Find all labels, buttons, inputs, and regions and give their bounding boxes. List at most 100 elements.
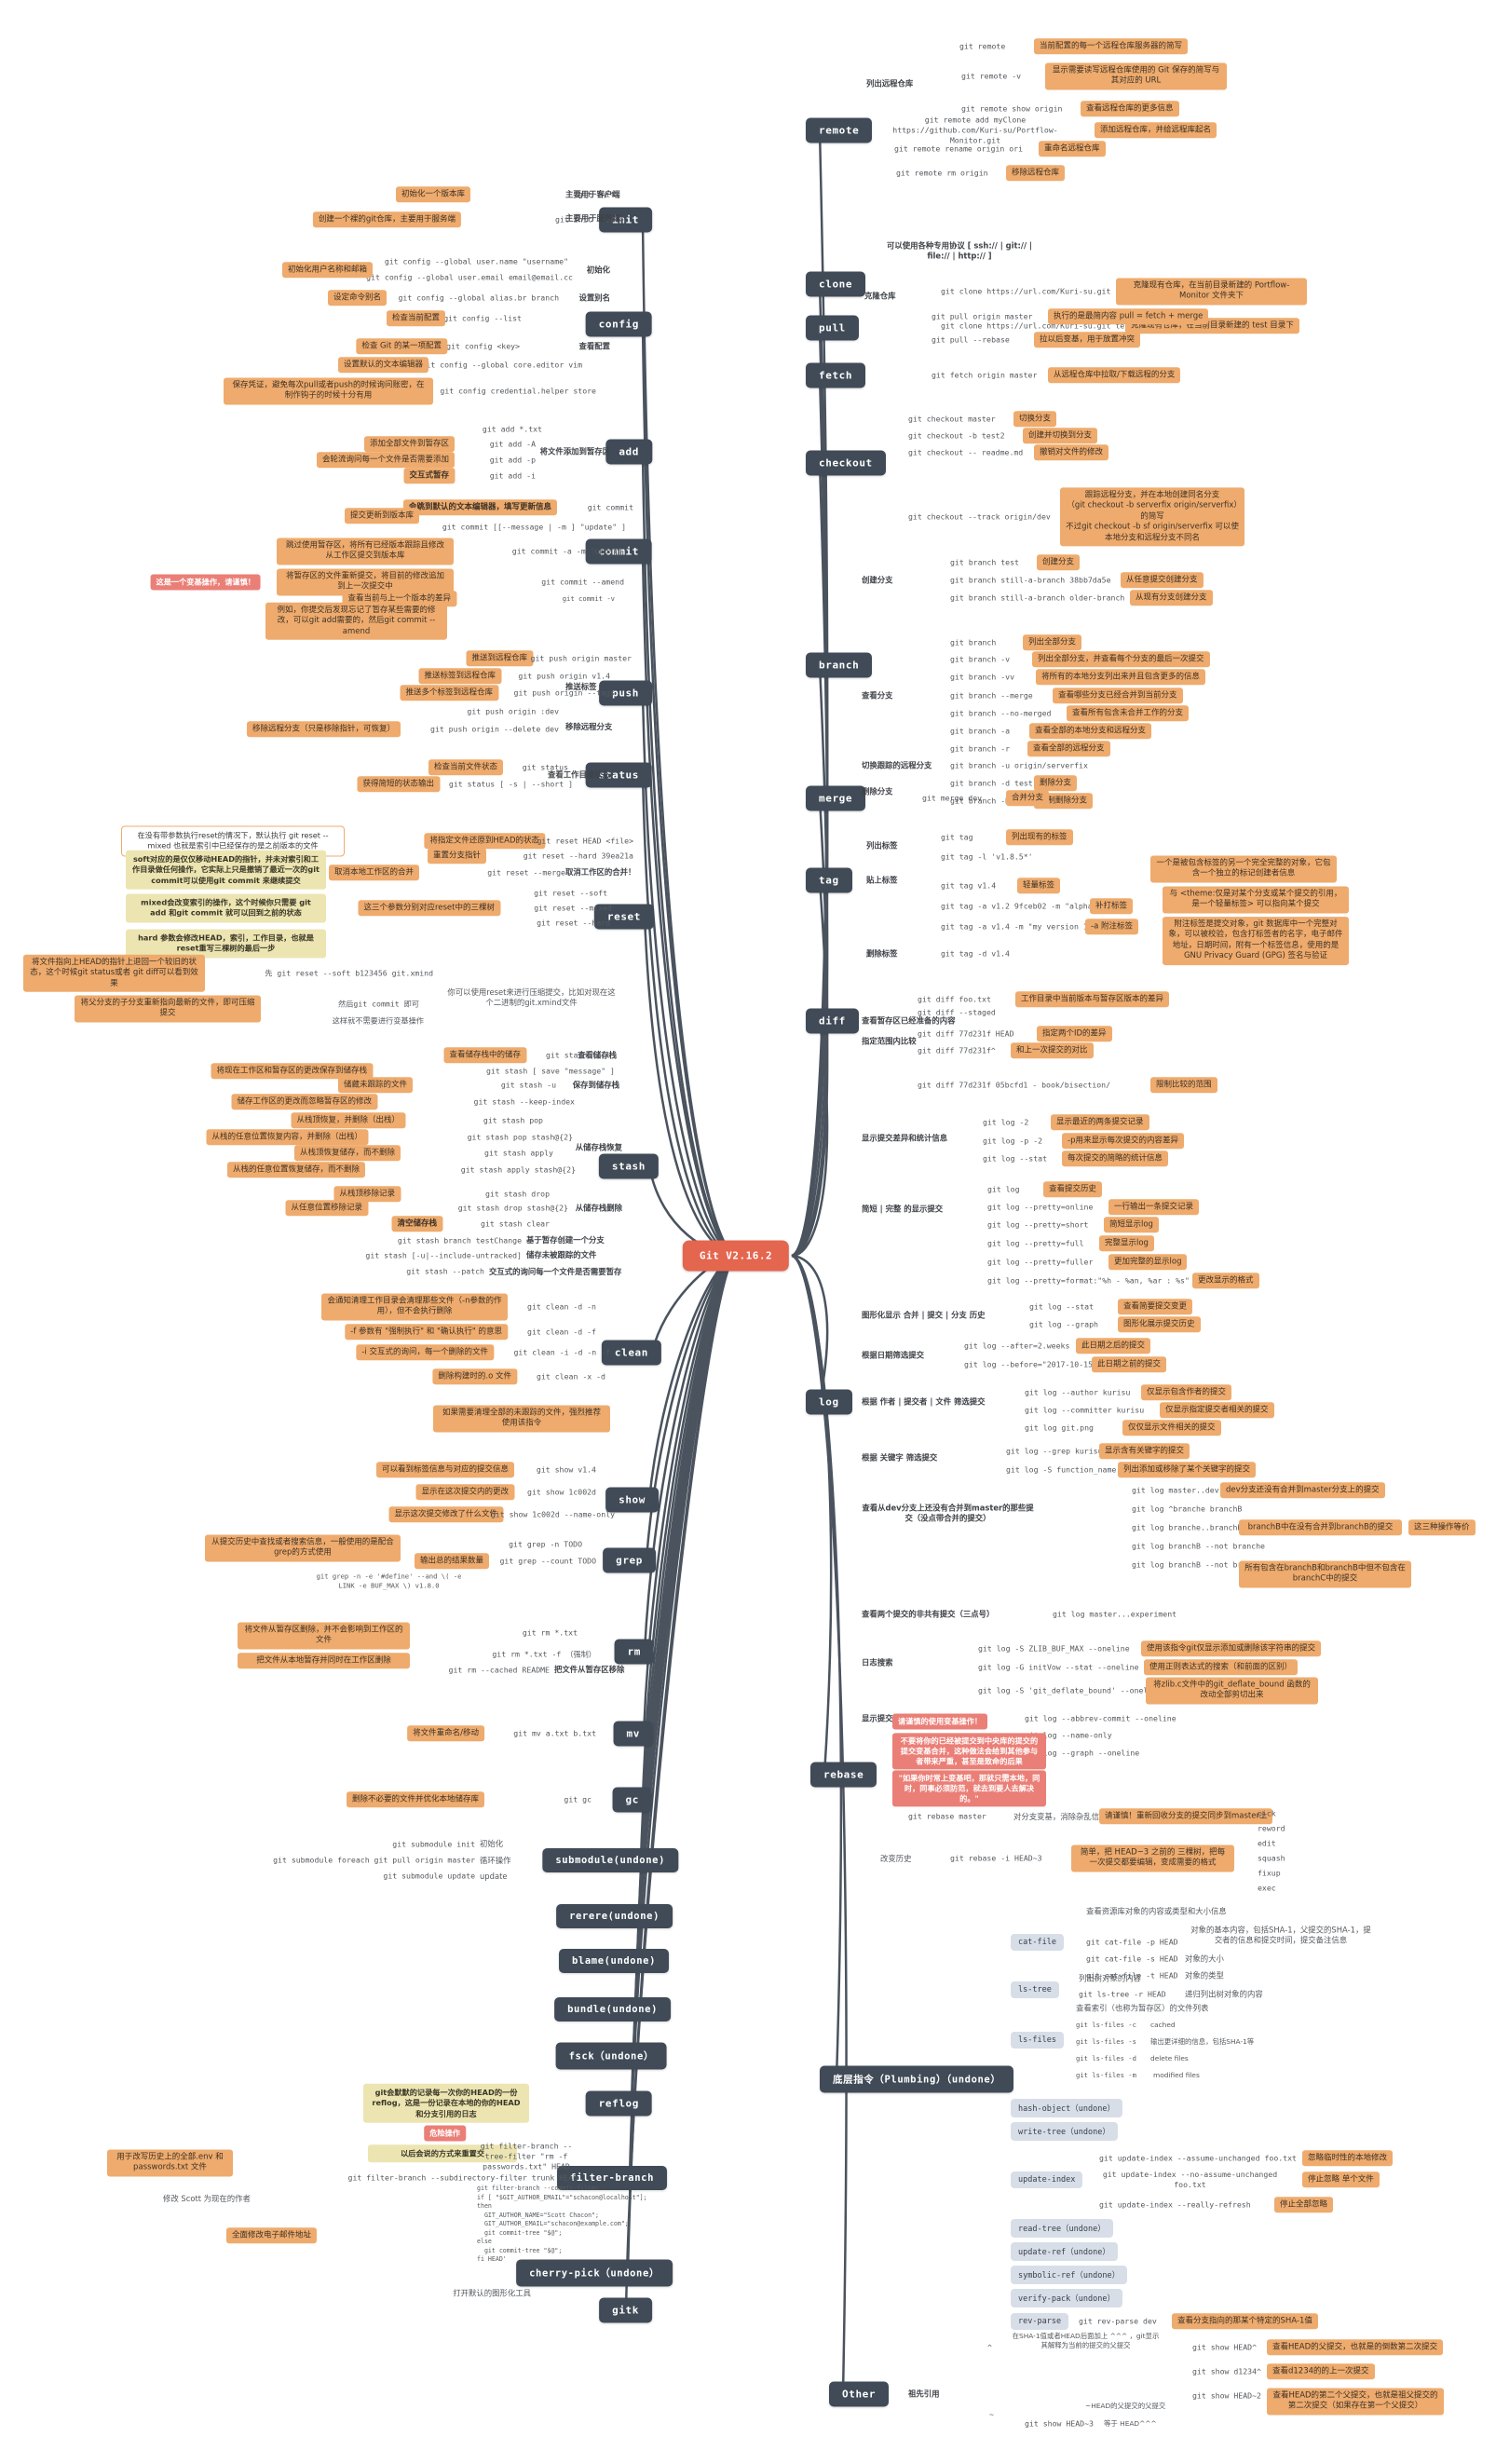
log-extra-label-1: 查看两个提交的非共有提交（三点号）	[862, 1609, 995, 1619]
branch-node-bundle[interactable]: bundle(undone)	[554, 1997, 671, 2022]
add-note-3: 交互式暂存	[403, 468, 455, 484]
plumbing-head-0: 查看资源库对象的内容或类型和大小信息	[1086, 1906, 1227, 1916]
branch-node-stash[interactable]: stash	[598, 1153, 659, 1179]
branch-node-tag[interactable]: tag	[806, 867, 852, 893]
branch-node-submodule[interactable]: submodule(undone)	[542, 1848, 678, 1872]
cmd-log-abbrev: git log --abbrev-commit --oneline	[1025, 1713, 1176, 1723]
cmd-push-master: git push origin master	[530, 653, 632, 663]
remote-note-2: 查看远程仓库的更多信息	[1081, 101, 1179, 117]
mv-note-0: 将文件重命名/移动	[407, 1725, 484, 1742]
branch-node-fetch[interactable]: fetch	[806, 362, 866, 388]
cmd-update-index-assume: git update-index --assume-unchanged foo.…	[1099, 2153, 1297, 2163]
clean-note-3: 删除构建时的.o 文件	[432, 1368, 517, 1385]
plumbing-node-verify-pack[interactable]: verify-pack（undone）	[1011, 2289, 1122, 2307]
branch-node-show[interactable]: show	[605, 1487, 659, 1513]
plumbing-node-symbolic-ref[interactable]: symbolic-ref（undone）	[1011, 2266, 1128, 2284]
cmd-log-branchB-not: git log branchB --not branche	[1132, 1541, 1265, 1551]
cmd-show-head-3: git show HEAD~3	[1025, 2418, 1094, 2429]
pull-note-1: 拉以后变基，用于放置冲突	[1034, 332, 1141, 348]
cmd-merge-dev: git merge dev	[922, 793, 983, 803]
branch-node-checkout[interactable]: checkout	[806, 450, 886, 476]
plumbing-node-update-ref[interactable]: update-ref（undone）	[1011, 2242, 1118, 2261]
cmd-commit-m: git commit [[--message | -m ] "update" ]	[442, 522, 626, 532]
branch-note-1-2: 将所有的本地分支列出来并且包含更多的信息	[1036, 669, 1206, 686]
branch-node-mv[interactable]: mv	[613, 1721, 653, 1747]
remote-other-note-1: 重命名远程仓库	[1039, 141, 1106, 157]
branch-node-blame[interactable]: blame(undone)	[559, 1949, 669, 1973]
cmd-push-delete-dev: git push origin --delete dev	[429, 724, 559, 734]
config-group-label-1: 设置别名	[578, 293, 611, 303]
branch-node-rm[interactable]: rm	[614, 1639, 654, 1665]
show-note-1: 显示在这次提交内的更改	[415, 1484, 514, 1501]
cmd-log-not-branche: git log ^branche branchB	[1132, 1504, 1243, 1514]
plumbing-node-rev-parse[interactable]: rev-parse	[1011, 2313, 1069, 2330]
gc-note-0: 删除不必要的文件并优化本地储存库	[346, 1791, 484, 1808]
branch-group-label-1: 查看分支	[862, 690, 893, 701]
remote-group-label: 列出远程仓库	[866, 78, 914, 88]
cmd-config-email: git config --global user.email email@ema…	[366, 272, 573, 282]
branch-node-diff[interactable]: diff	[806, 1008, 859, 1034]
root-node[interactable]: Git V2.16.2	[682, 1240, 790, 1272]
plumbing-node-ls-tree[interactable]: ls-tree	[1011, 1981, 1059, 1998]
cmd-ls-files-d: git ls-files -d	[1076, 2054, 1136, 2063]
cmd-submodule-init: git submodule init	[392, 1839, 475, 1849]
cmd-branch-from-branch: git branch still-a-branch older-branch	[950, 592, 1125, 603]
branch-node-other[interactable]: Other	[829, 2381, 890, 2407]
cmd-config-credential: git config credential.helper store	[440, 386, 596, 396]
cmd-log-pretty-format: git log --pretty=format:"%h - %an, %ar :…	[987, 1275, 1190, 1286]
branch-node-config[interactable]: config	[585, 311, 652, 337]
branch-node-add[interactable]: add	[605, 439, 652, 465]
cmd-submodule-update: git submodule update	[383, 1871, 475, 1881]
log-note-1-1: 一行输出一条提交记录	[1108, 1199, 1200, 1216]
branch-node-log[interactable]: log	[806, 1389, 852, 1415]
cmd-log-S-deflate: git log -S 'git_deflate_bound' --oneline	[978, 1685, 1163, 1695]
branch-note-3-0: 删除分支	[1034, 775, 1078, 792]
filter-branch-warn: 危险操作	[424, 2125, 466, 2142]
connector-edges	[624, 129, 848, 2395]
cmd-log-file: git log git.png	[1025, 1423, 1094, 1433]
branch-node-fsck[interactable]: fsck（undone）	[555, 2042, 667, 2070]
cmd-log-committer: git log --committer kurisu	[1025, 1405, 1145, 1415]
plumbing-node-write-tree[interactable]: write-tree（undone）	[1011, 2122, 1118, 2141]
rebase-warn-2: "如果你时常上变基吧，那就只需本地，同时，同事必须防范，就去到要人去解决的。"	[892, 1770, 1046, 1807]
plumbing-node-cat-file[interactable]: cat-file	[1011, 1934, 1064, 1951]
cmd-ls-files-m: git ls-files -m	[1076, 2071, 1136, 2080]
cmd-commit-amend: git commit --amend	[541, 577, 624, 587]
plumbing-note-5-1: 停止忽略 单个文件	[1302, 2171, 1380, 2188]
plumbing-node-read-tree[interactable]: read-tree（undone）	[1011, 2219, 1113, 2238]
branch-node-reflog[interactable]: reflog	[585, 2090, 652, 2117]
branch-node-remote[interactable]: remote	[806, 117, 873, 143]
branch-node-branch[interactable]: branch	[806, 652, 873, 678]
branch-node-gitk[interactable]: gitk	[599, 2297, 652, 2323]
diff-tail-1: 查看暂存区已经准备的内容	[862, 1015, 956, 1026]
branch-node-pull[interactable]: pull	[806, 315, 859, 341]
cmd-remote-add: git remote add myClone https://github.co…	[892, 115, 1058, 145]
branch-node-plumbing[interactable]: 底层指令（Plumbing）（undone）	[820, 2065, 1014, 2093]
branch-group-label-2: 切换跟踪的远程分支	[862, 760, 932, 770]
rebase-warn-0: 请谨慎的使用变基操作！	[892, 1713, 988, 1730]
branch-note-1-3: 查看哪些分支已经合并到当前分支	[1053, 687, 1183, 704]
branch-node-grep[interactable]: grep	[603, 1547, 656, 1573]
filter-branch-note2: 修改 Scott 为现在的作者	[163, 2194, 251, 2203]
branch-node-rebase[interactable]: rebase	[810, 1762, 877, 1788]
log-note-1-3: 完整显示log	[1099, 1235, 1154, 1252]
branch-node-rerere[interactable]: rerere(undone)	[556, 1904, 673, 1928]
other-eq: 等于 HEAD^^^	[1104, 2419, 1157, 2429]
other-note-0: 在SHA-1值或者HEAD后面加上 ^^^ ，git显示其解释为当前的提交的父提…	[1012, 2332, 1160, 2349]
log-group-label-2: 图形化显示 合并 | 提交 | 分支 历史	[862, 1310, 986, 1320]
branch-node-merge[interactable]: merge	[806, 785, 866, 811]
plumbing-node-ls-files[interactable]: ls-files	[1011, 2032, 1064, 2049]
cmd-remote: git remote	[959, 41, 1006, 51]
plumbing-node-update-index[interactable]: update-index	[1011, 2171, 1083, 2188]
log-note-5-0: 显示含有关键字的提交	[1099, 1443, 1190, 1460]
branch-node-clean[interactable]: clean	[601, 1340, 661, 1366]
branch-node-gc[interactable]: gc	[612, 1787, 652, 1813]
log-note-4-0: 仅显示包含作者的提交	[1141, 1384, 1232, 1401]
plumbing-node-hash-object[interactable]: hash-object（undone）	[1011, 2099, 1122, 2117]
config-group-label-0: 初始化	[586, 265, 610, 275]
cmd-tag-l: git tag -l 'v1.8.5*'	[941, 851, 1033, 862]
cmd-rm-cached: git rm --cached README	[448, 1665, 550, 1675]
remote-note-1: 显示需要读写远程仓库使用的 Git 保存的简写与其对应的 URL	[1045, 62, 1227, 90]
branch-node-clone[interactable]: clone	[806, 271, 866, 297]
branch-note-1-6: 查看全部的远程分支	[1027, 741, 1110, 757]
